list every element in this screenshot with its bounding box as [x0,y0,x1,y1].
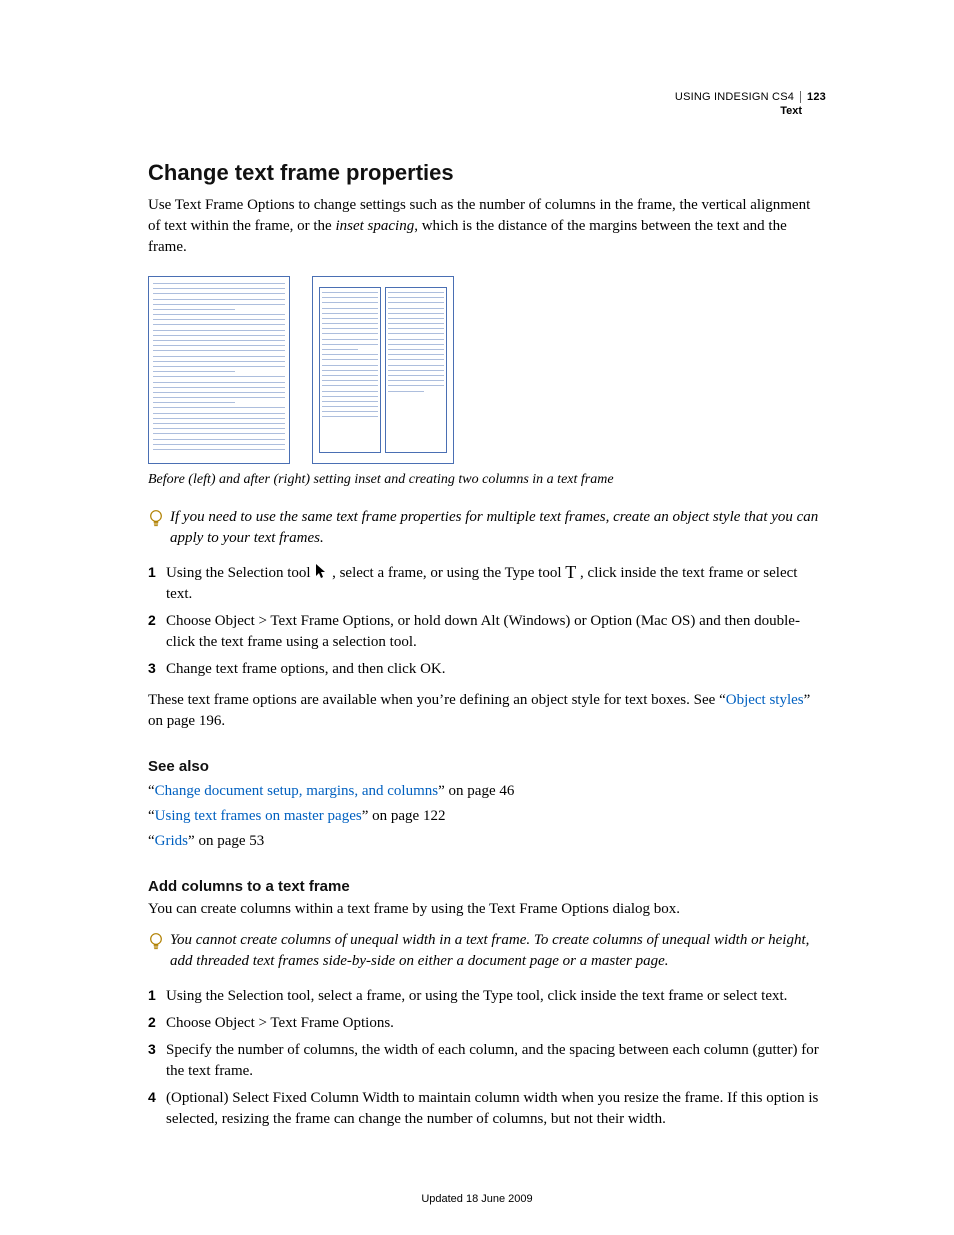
type-tool-icon: T [565,563,576,581]
link-using-text-frames-master[interactable]: Using text frames on master pages [155,808,362,824]
tip-1: If you need to use the same text frame p… [148,507,826,549]
steps-list-2: 1 Using the Selection tool, select a fra… [148,986,826,1130]
paragraph: These text frame options are available w… [148,690,826,732]
figure-before-after [148,276,826,464]
page-number: 123 [800,91,826,103]
step-1: 1 Using the Selection tool , select a fr… [148,563,826,605]
figure-column-1 [319,287,381,453]
step-2: 2 Choose Object > Text Frame Options. [148,1013,826,1034]
term-inset-spacing: inset spacing [335,218,414,234]
tip-2: You cannot create columns of unequal wid… [148,930,826,972]
heading-1: Change text frame properties [148,158,826,189]
document-page: USING INDESIGN CS4123 Text Change text f… [0,0,954,1235]
header-section: Text [675,104,826,118]
link-grids[interactable]: Grids [155,833,188,849]
figure-column-2 [385,287,447,453]
step-number: 2 [148,1013,166,1034]
selection-tool-icon [314,563,328,579]
header-title: USING INDESIGN CS4 [675,91,794,103]
filler-text-block [151,283,287,450]
page-footer: Updated 18 June 2009 [0,1192,954,1207]
page-header: USING INDESIGN CS4 123 Text [675,90,826,119]
tip-text: You cannot create columns of unequal wid… [170,930,826,972]
step-1: 1 Using the Selection tool, select a fra… [148,986,826,1007]
step-number: 1 [148,563,166,605]
step-number: 3 [148,1040,166,1082]
step-4: 4 (Optional) Select Fixed Column Width t… [148,1088,826,1130]
heading-add-columns: Add columns to a text frame [148,876,826,897]
step-3: 3 Change text frame options, and then cl… [148,659,826,680]
figure-frame-after [312,276,454,464]
link-change-document-setup[interactable]: Change document setup, margins, and colu… [155,783,438,799]
steps-list-1: 1 Using the Selection tool , select a fr… [148,563,826,680]
step-number: 2 [148,611,166,653]
figure-frame-before [148,276,290,464]
step-number: 1 [148,986,166,1007]
see-also-list: “Change document setup, margins, and col… [148,781,826,852]
paragraph: You can create columns within a text fra… [148,899,826,920]
step-number: 3 [148,659,166,680]
step-number: 4 [148,1088,166,1130]
step-3: 3 Specify the number of columns, the wid… [148,1040,826,1082]
link-object-styles[interactable]: Object styles [726,692,804,708]
lightbulb-icon [148,932,166,959]
tip-text: If you need to use the same text frame p… [170,507,826,549]
figure-caption: Before (left) and after (right) setting … [148,470,826,490]
intro-paragraph: Use Text Frame Options to change setting… [148,195,826,258]
lightbulb-icon [148,509,166,536]
step-2: 2 Choose Object > Text Frame Options, or… [148,611,826,653]
heading-see-also: See also [148,756,826,777]
